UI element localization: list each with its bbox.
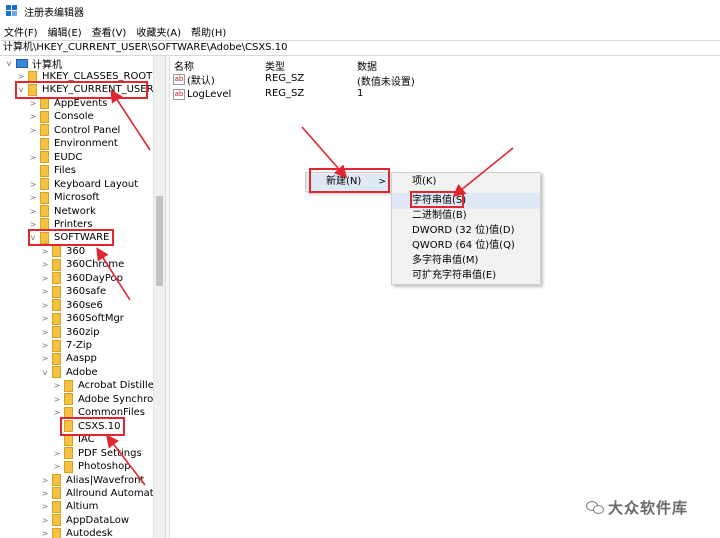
watermark: 大众软件库 [586, 497, 688, 518]
arrow-to-string-value [452, 147, 514, 198]
watermark-text: 大众软件库 [608, 499, 689, 517]
arrow-to-software [96, 247, 131, 301]
annotation-arrows [96, 89, 514, 486]
wechat-icon [586, 500, 604, 515]
arrow-to-hkcu [110, 89, 151, 151]
arrow-to-new [301, 126, 348, 179]
arrow-to-csxs [106, 434, 146, 486]
